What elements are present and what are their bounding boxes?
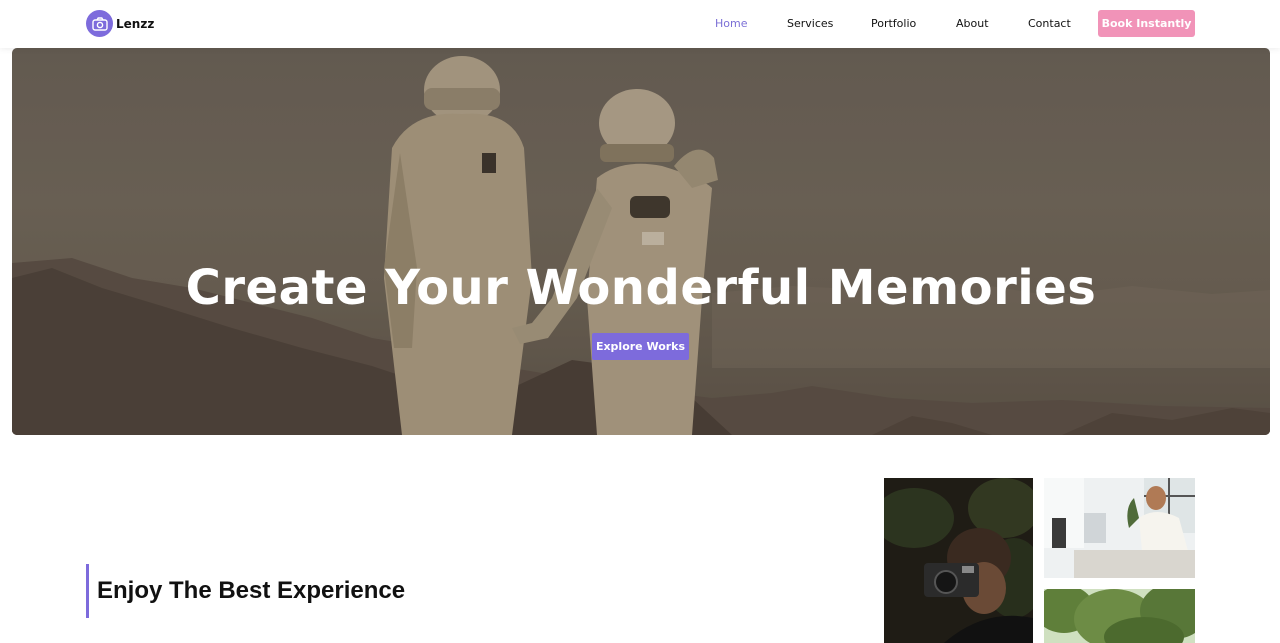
nav-portfolio[interactable]: Portfolio (871, 17, 916, 30)
section-title: Enjoy The Best Experience (97, 577, 406, 604)
hero-overlay (12, 48, 1270, 435)
hero-banner: Create Your Wonderful Memories Explore W… (12, 48, 1270, 435)
book-instantly-button[interactable]: Book Instantly (1098, 10, 1195, 37)
brand-link[interactable]: Lenzz (86, 10, 154, 37)
nav-home[interactable]: Home (715, 17, 747, 30)
gallery-photo-trees (1044, 589, 1195, 643)
nav-contact[interactable]: Contact (1028, 17, 1071, 30)
gallery-photo-photographer (884, 478, 1033, 643)
nav-about[interactable]: About (956, 17, 989, 30)
explore-works-button[interactable]: Explore Works (592, 333, 689, 360)
brand-name: Lenzz (116, 16, 155, 31)
gallery-photo-office (1044, 478, 1195, 578)
hero-title: Create Your Wonderful Memories (185, 260, 1097, 316)
camera-icon (86, 10, 113, 37)
section-heading: Enjoy The Best Experience (86, 564, 405, 618)
nav-services[interactable]: Services (787, 17, 833, 30)
top-navbar: Lenzz Home Services Portfolio About Cont… (0, 0, 1280, 48)
